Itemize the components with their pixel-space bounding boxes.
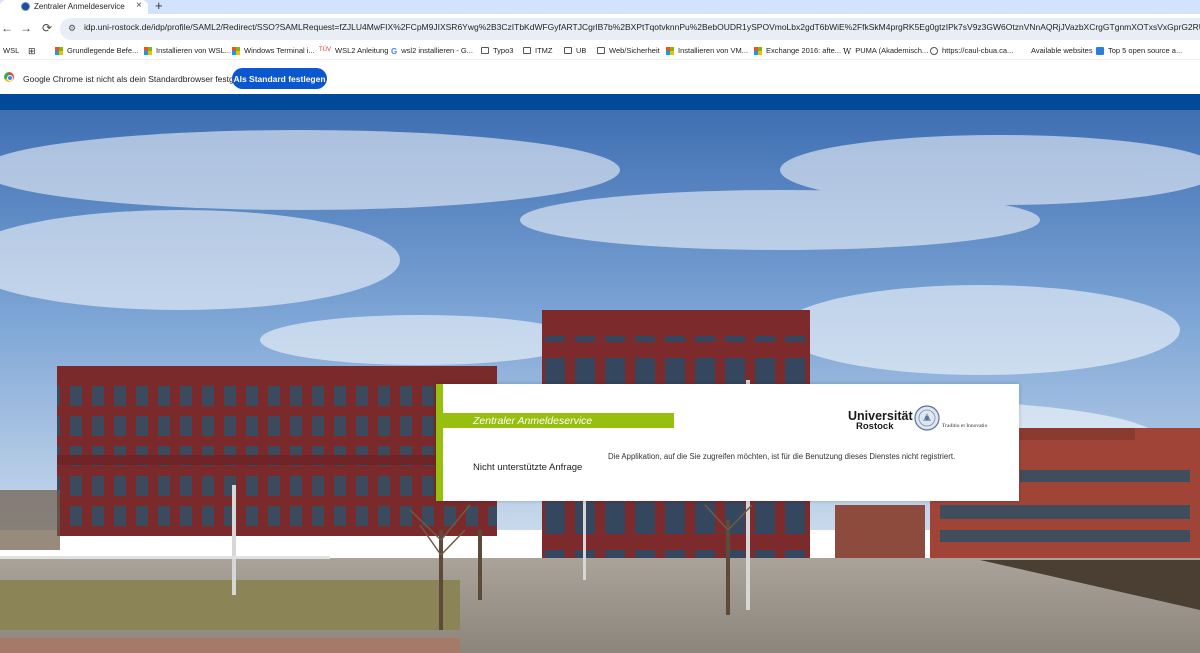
university-seal-icon [914, 405, 940, 431]
bookmark-label: WSL [3, 46, 20, 55]
new-tab-button[interactable]: + [155, 0, 163, 13]
login-card: Zentraler Anmeldeservice Universität Ros… [436, 384, 1019, 501]
site-info-icon[interactable]: ⚙ [68, 23, 78, 33]
reload-button[interactable]: ⟳ [40, 21, 54, 35]
forward-button[interactable]: → [19, 21, 33, 35]
bookmark-exchange[interactable]: Exchange 2016: afte... [754, 46, 841, 55]
bookmark-label: Available websites [1031, 46, 1093, 55]
bookmark-installieren-wsl[interactable]: Installieren von WSL... [144, 46, 231, 55]
close-tab-icon[interactable]: × [136, 0, 142, 11]
bookmark-windows-terminal[interactable]: Windows Terminal i... [232, 46, 315, 55]
card-title: Zentraler Anmeldeservice [473, 415, 593, 427]
bookmark-top5[interactable]: Top 5 open source a... [1096, 46, 1182, 55]
set-default-button[interactable]: Als Standard festlegen [232, 68, 327, 89]
google-icon: G [391, 46, 398, 56]
bookmark-wsl2-anleitung[interactable]: TÜV WSL2 Anleitung [319, 46, 388, 55]
bookmark-label: Web/Sicherheit [609, 46, 660, 55]
default-browser-infobar: Google Chrome ist nicht als dein Standar… [0, 59, 1200, 94]
bookmark-label: PUMA (Akademisch... [855, 46, 929, 55]
bookmark-label: Exchange 2016: afte... [766, 46, 842, 55]
bookmark-label: wsl2 installieren - G... [401, 46, 473, 55]
bookmark-grundlegende[interactable]: Grundlegende Befe... [55, 46, 138, 55]
folder-icon [564, 47, 572, 54]
logo-text-rostock: Rostock [856, 421, 894, 432]
bookmark-wsl[interactable]: WSL [3, 46, 19, 55]
bookmark-label: ITMZ [535, 46, 553, 55]
microsoft-icon [232, 46, 240, 55]
browser-toolbar: ← → ⟳ ⚙ idp.uni-rostock.de/idp/profile/S… [0, 14, 1200, 44]
folder-icon [481, 47, 489, 54]
bookmark-label: https://caul-cbua.ca... [942, 46, 1014, 55]
back-button[interactable]: ← [0, 21, 14, 35]
error-message: Die Applikation, auf die Sie zugreifen m… [608, 452, 956, 461]
bookmark-available-websites[interactable]: Available websites [1031, 46, 1093, 55]
bookmark-label: UB [576, 46, 587, 55]
uni-favicon-icon [21, 2, 30, 11]
red-logo-icon: TÜV [319, 46, 331, 53]
error-heading: Nicht unterstützte Anfrage [473, 462, 583, 473]
globe-icon [930, 46, 938, 55]
bookmark-label: Top 5 open source a... [1108, 46, 1183, 55]
blue-square-icon [1096, 46, 1104, 55]
bookmark-folder-ub[interactable]: UB [564, 46, 586, 55]
campus-background-image [0, 110, 1200, 653]
microsoft-icon [754, 46, 762, 55]
bookmark-label: Grundlegende Befe... [67, 46, 139, 55]
bookmark-puma[interactable]: W PUMA (Akademisch... [843, 46, 929, 56]
bookmark-wsl2-installieren[interactable]: Gwsl2 installieren - G... [391, 46, 473, 56]
university-logo: Universität Rostock Traditio et Innovati… [848, 404, 998, 436]
folder-icon [523, 47, 531, 54]
microsoft-icon [666, 46, 674, 55]
microsoft-icon [144, 46, 152, 55]
apps-grid-icon[interactable]: ⊞ [28, 46, 36, 57]
top-blue-band [0, 94, 1200, 110]
browser-tab[interactable]: Zentraler Anmeldeservice × [0, 0, 148, 14]
bookmark-folder-web-sicherheit[interactable]: Web/Sicherheit [597, 46, 660, 55]
chrome-logo-icon [4, 72, 14, 82]
infobar-message: Google Chrome ist nicht als dein Standar… [23, 74, 253, 84]
bookmarks-bar: WSL ⊞ Grundlegende Befe... Installieren … [0, 44, 1200, 59]
bookmark-label: Installieren von VM... [678, 46, 749, 55]
bookmark-caul[interactable]: https://caul-cbua.ca... [930, 46, 1013, 55]
folder-icon [597, 47, 605, 54]
logo-motto: Traditio et Innovatio [942, 423, 988, 429]
card-accent-bar [436, 384, 443, 501]
bookmark-label: Typo3 [493, 46, 514, 55]
bookmark-label: WSL2 Anleitung [335, 46, 389, 55]
bookmark-folder-itmz[interactable]: ITMZ [523, 46, 553, 55]
bookmark-label: Windows Terminal i... [244, 46, 315, 55]
tab-title: Zentraler Anmeldeservice [34, 2, 125, 11]
bookmark-folder-typo3[interactable]: Typo3 [481, 46, 513, 55]
microsoft-icon [55, 46, 63, 55]
web-page: Zentraler Anmeldeservice Universität Ros… [0, 94, 1200, 653]
bookmark-installieren-vm[interactable]: Installieren von VM... [666, 46, 748, 55]
url-text[interactable]: idp.uni-rostock.de/idp/profile/SAML2/Red… [84, 22, 1200, 32]
bookmark-label: Installieren von WSL... [156, 46, 232, 55]
tab-strip: Zentraler Anmeldeservice × + [0, 0, 1200, 14]
wikipedia-icon: W [843, 46, 852, 56]
